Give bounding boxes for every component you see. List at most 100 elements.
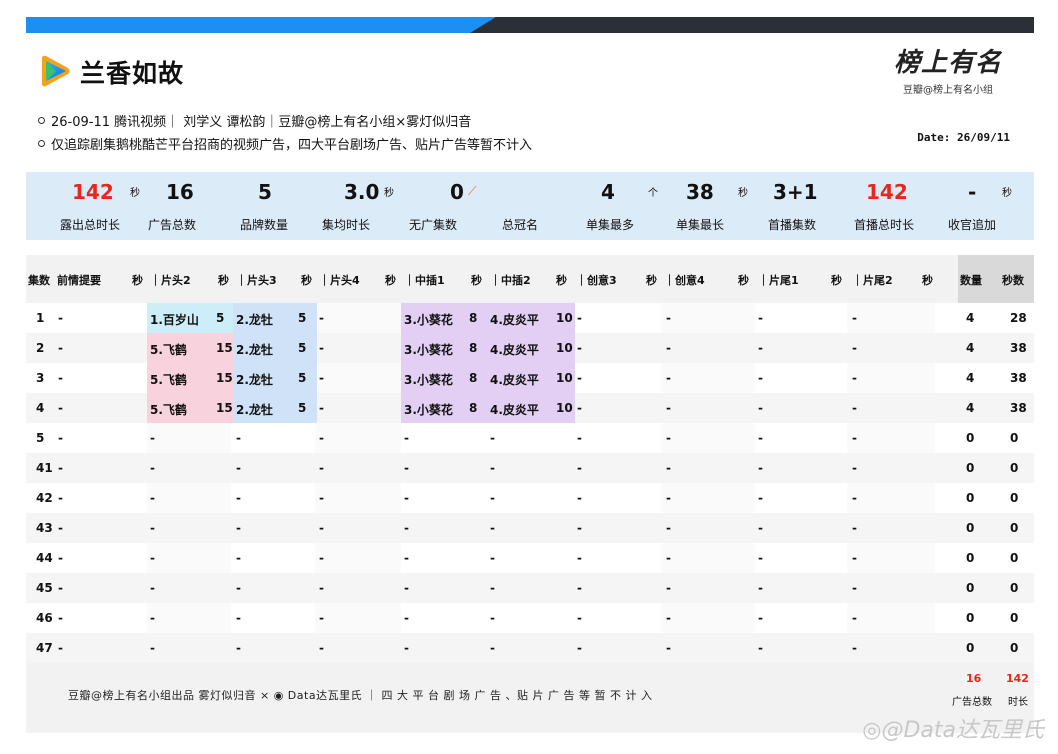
opening-2-sec: 5: [216, 311, 225, 325]
table-row: 45- - - - - - - - - -0 0: [26, 573, 1034, 603]
creative-4-cell: -: [666, 551, 671, 565]
creative-4-cell: -: [666, 641, 671, 655]
col-opening-4: ｜片头4: [319, 274, 360, 287]
mid-2-cell: 4.皮炎平: [490, 403, 539, 417]
footer-total-count-label: 广告总数: [952, 697, 992, 708]
info-line-1: 26-09-11 腾讯视频｜ 刘学义 谭松韵｜豆瓣@榜上有名小组×雾灯似归音: [38, 111, 471, 130]
seconds-cell: 38: [1010, 371, 1027, 385]
summary-cell: -: [58, 311, 63, 325]
ending-2-cell: -: [852, 611, 857, 625]
stat-exposure: 142 秒 露出总时长: [60, 180, 140, 232]
mid-1-sec: 8: [469, 401, 478, 415]
opening-2-sec: 15: [216, 401, 233, 415]
count-cell: 0: [966, 611, 975, 625]
ending-1-cell: -: [758, 611, 763, 625]
seconds-cell: 0: [1010, 461, 1019, 475]
stat-title-sponsor: 总冠名: [502, 218, 539, 232]
creative-3-cell: -: [577, 371, 582, 385]
mid-1-cell: -: [404, 611, 409, 625]
mid-2-cell: -: [490, 551, 495, 565]
summary-cell: -: [58, 611, 63, 625]
opening-3-cell: -: [236, 431, 241, 445]
opening-2-cell: -: [150, 611, 155, 625]
stat-no-ad-eps: 0 ⟋ 无广集数: [409, 180, 477, 232]
creative-3-cell: -: [577, 581, 582, 595]
bullet-icon: [38, 117, 45, 124]
count-cell: 4: [966, 311, 975, 325]
count-cell: 0: [966, 431, 975, 445]
brand-subtitle: 豆瓣@榜上有名小组: [903, 85, 993, 96]
seconds-cell: 0: [1010, 431, 1019, 445]
summary-cell: -: [58, 461, 63, 475]
opening-3-cell: -: [236, 611, 241, 625]
carrot-icon: ⟋: [468, 184, 477, 198]
stat-premiere-eps: 3+1 首播集数: [768, 180, 818, 232]
date-label: Date: 26/09/11: [917, 131, 1010, 144]
mid-2-cell: -: [490, 581, 495, 595]
stat-longest-ep: 38 秒 单集最长: [676, 180, 748, 232]
summary-cell: -: [58, 431, 63, 445]
mid-1-cell: -: [404, 491, 409, 505]
col-creative-4: ｜创意4: [664, 274, 705, 287]
stat-max-per-ep: 4 个 单集最多: [586, 180, 658, 232]
col-mid-1: ｜中插1: [404, 274, 445, 287]
table-row: 3-5.飞鹤 15 2.龙牡 5-3.小葵花 8 4.皮炎平 10- - - -4 38: [26, 363, 1034, 393]
opening-2-cell: 5.飞鹤: [150, 373, 187, 387]
episode-cell: 44: [36, 551, 53, 565]
creative-4-cell: -: [666, 311, 671, 325]
footer-credit: 豆瓣@榜上有名小组出品 雾灯似归音 × ◉ Data达瓦里氏 ｜ 四 大 平 台…: [68, 689, 653, 702]
opening-2-sec: 15: [216, 371, 233, 385]
opening-3-cell: -: [236, 491, 241, 505]
table-row: 47- - - - - - - - - -0 0: [26, 633, 1034, 663]
mid-2-cell: -: [490, 521, 495, 535]
ending-1-cell: -: [758, 371, 763, 385]
ending-2-cell: -: [852, 431, 857, 445]
creative-3-cell: -: [577, 521, 582, 535]
opening-3-sec: 5: [298, 341, 307, 355]
episode-cell: 41: [36, 461, 53, 475]
opening-2-cell: 5.飞鹤: [150, 403, 187, 417]
ending-1-cell: -: [758, 461, 763, 475]
col-sec: 秒: [218, 274, 229, 287]
table-row: 5----------00: [26, 423, 1034, 453]
opening-3-cell: 2.龙牡: [236, 403, 273, 417]
count-cell: 4: [966, 341, 975, 355]
episode-cell: 3: [36, 371, 45, 385]
tencent-video-logo-icon: [38, 54, 72, 88]
creative-4-cell: -: [666, 581, 671, 595]
seconds-cell: 38: [1010, 401, 1027, 415]
brand-logo: 榜上有名 豆瓣@榜上有名小组: [888, 42, 1008, 96]
mid-1-sec: 8: [469, 311, 478, 325]
opening-3-cell: 2.龙牡: [236, 313, 273, 327]
ending-2-cell: -: [852, 581, 857, 595]
creative-4-cell: -: [666, 491, 671, 505]
mid-1-cell: 3.小葵花: [404, 373, 453, 387]
opening-3-sec: 5: [298, 311, 307, 325]
ending-1-cell: -: [758, 551, 763, 565]
footer-total-count: 16: [966, 672, 982, 685]
col-episode: 集数: [28, 274, 50, 287]
episode-cell: 46: [36, 611, 53, 625]
mid-2-cell: -: [490, 431, 495, 445]
episode-cell: 2: [36, 341, 45, 355]
summary-cell: -: [58, 551, 63, 565]
ending-2-cell: -: [852, 311, 857, 325]
summary-cell: -: [58, 641, 63, 655]
col-seconds: 秒数: [1002, 274, 1024, 287]
seconds-cell: 0: [1010, 491, 1019, 505]
opening-3-cell: -: [236, 641, 241, 655]
opening-3-cell: -: [236, 461, 241, 475]
opening-2-cell: -: [150, 431, 155, 445]
episode-cell: 4: [36, 401, 45, 415]
opening-4-cell: -: [319, 461, 324, 475]
table-row: 44- - - - - - - - - -0 0: [26, 543, 1034, 573]
opening-4-cell: -: [319, 311, 324, 325]
top-bar: [26, 17, 1034, 33]
col-sec: 秒: [738, 274, 749, 287]
count-cell: 0: [966, 521, 975, 535]
opening-2-cell: -: [150, 641, 155, 655]
col-sec: 秒: [132, 274, 143, 287]
footer-total-secs: 142: [1006, 672, 1029, 685]
creative-3-cell: -: [577, 401, 582, 415]
count-cell: 0: [966, 461, 975, 475]
